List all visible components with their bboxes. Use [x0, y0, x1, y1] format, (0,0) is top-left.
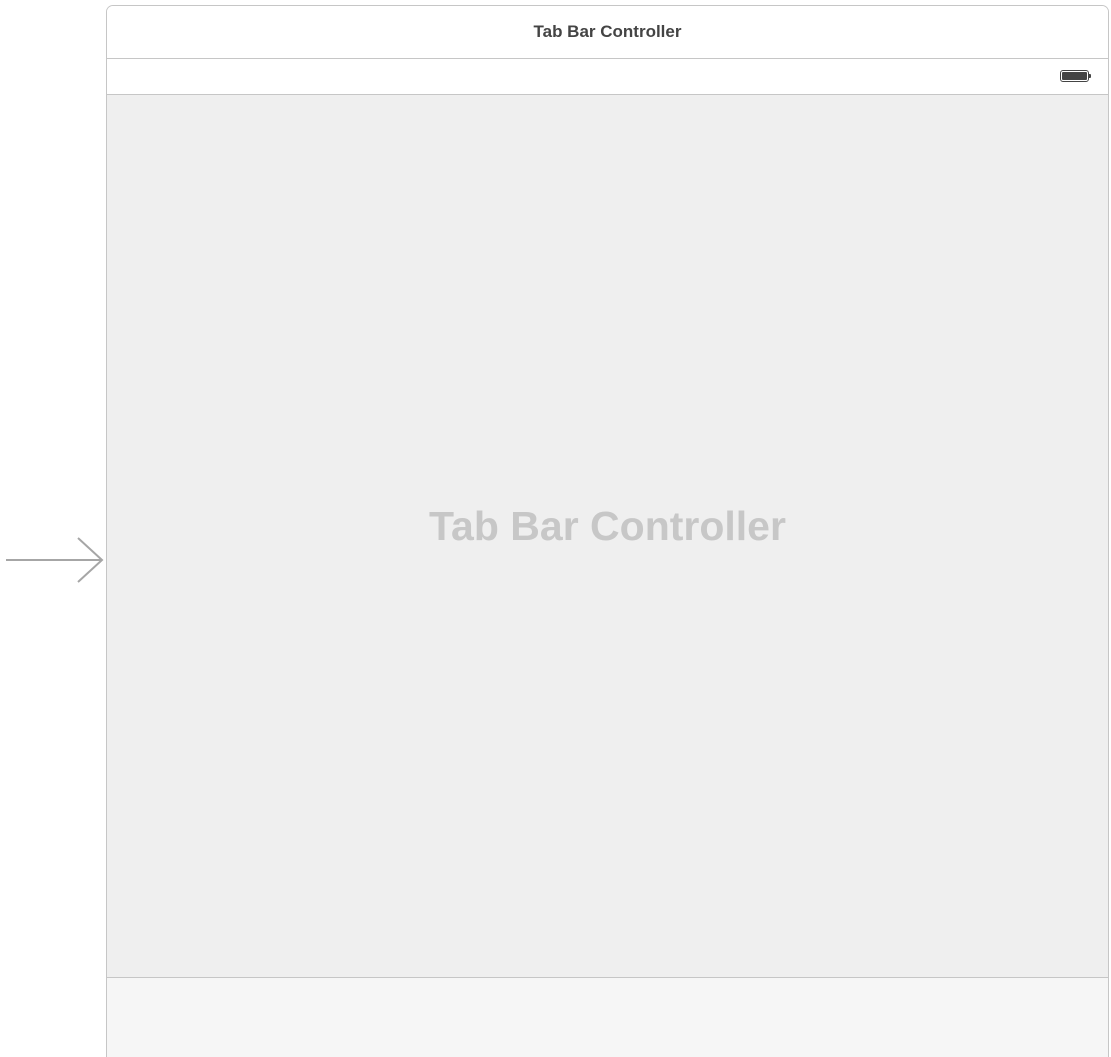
scene-title: Tab Bar Controller [533, 22, 682, 41]
status-bar [107, 59, 1108, 95]
placeholder-label: Tab Bar Controller [429, 502, 786, 549]
tab-bar[interactable] [107, 977, 1108, 1057]
tab-bar-controller-scene[interactable]: Tab Bar Controller Tab Bar Controller [106, 5, 1109, 1057]
battery-icon [1060, 70, 1094, 82]
storyboard-canvas: Tab Bar Controller Tab Bar Controller [0, 0, 1111, 1057]
initial-view-controller-arrow-icon[interactable] [6, 537, 106, 587]
view-controller-content[interactable]: Tab Bar Controller [107, 95, 1108, 977]
scene-title-bar[interactable]: Tab Bar Controller [107, 6, 1108, 59]
